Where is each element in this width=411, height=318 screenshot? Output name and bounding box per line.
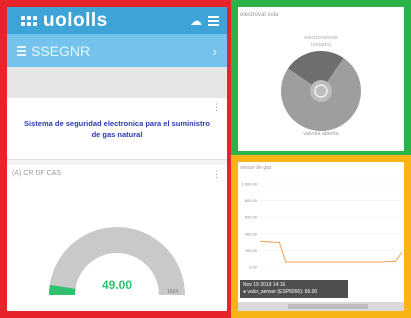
- y-tick-label: 1,000.00: [241, 182, 257, 187]
- tooltip-time: Nov 19 2019 14:16: [243, 282, 286, 288]
- mobile-app-panel: uololls ☁ SSEGNR › ⋮ Sistema de segurida…: [0, 0, 234, 318]
- scrollbar-thumb[interactable]: [288, 304, 368, 309]
- card-title-text: Sistema de seguridad electronica para el…: [24, 118, 210, 139]
- tooltip-value: ● valor_sensor (ESP8266): 66.00: [243, 289, 318, 295]
- gauge-min: 0: [60, 289, 63, 295]
- pie-chart: [281, 51, 361, 132]
- y-tick-label: 400.00: [245, 231, 258, 236]
- hamburger-icon[interactable]: [208, 15, 219, 26]
- series-line: [259, 240, 403, 263]
- card-menu-icon[interactable]: ⋮: [212, 102, 221, 113]
- chevron-right-icon[interactable]: ›: [212, 43, 217, 59]
- menu-icon[interactable]: [17, 45, 26, 56]
- title-card: ⋮ Sistema de seguridad electronica para …: [7, 98, 227, 160]
- y-tick-label: 600.00: [245, 215, 258, 220]
- valve-status-panel: electroval vula electrovalvula (estado) …: [231, 0, 411, 158]
- grey-band: [7, 67, 227, 98]
- project-title: SSEGNR: [31, 42, 91, 59]
- gauge-card: (A) CR DF CAS ⋮ 49.00 0 1024: [7, 165, 227, 311]
- app-logo[interactable]: uololls: [21, 10, 108, 32]
- sensor-chart-panel: sensor de gas 1,000.00 800.00 600.00 400.00…: [231, 155, 411, 318]
- app-topbar: uololls ☁: [7, 7, 227, 34]
- gauge-chart: [49, 227, 185, 295]
- gauge-max: 1024: [167, 289, 179, 295]
- project-menu-bar[interactable]: SSEGNR ›: [7, 34, 227, 67]
- cloud-icon[interactable]: ☁: [190, 14, 202, 28]
- logo-text: uololls: [43, 9, 108, 31]
- chart-tooltip: Nov 19 2019 14:16 ● valor_sensor (ESP826…: [240, 280, 348, 298]
- y-tick-label: 0.00: [249, 265, 258, 270]
- pie-center: [310, 80, 332, 102]
- gauge-value: 49.00: [102, 278, 133, 292]
- y-tick-label: 800.00: [245, 198, 258, 203]
- chart-scrollbar[interactable]: [238, 302, 404, 311]
- y-tick-label: 200.00: [245, 248, 258, 253]
- pie-bottom-label: valvula abierta: [303, 131, 339, 137]
- logo-dots-icon: [21, 15, 37, 26]
